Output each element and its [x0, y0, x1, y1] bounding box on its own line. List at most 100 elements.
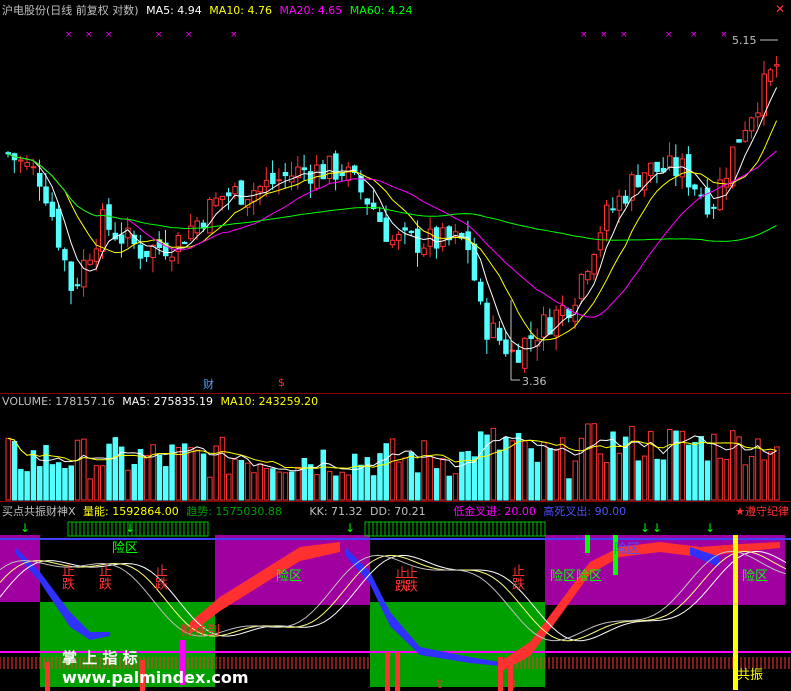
volume-bar [333, 475, 339, 501]
price-pane[interactable]: 沪电股份(日线 前复权 对数) MA5: 4.94 MA10: 4.76 MA2… [0, 0, 791, 393]
candle-body [389, 239, 396, 246]
volume-bar [81, 438, 87, 501]
candle-body [55, 208, 62, 248]
volume-pane[interactable]: VOLUME: 178157.16 MA5: 275835.19 MA10: 2… [0, 394, 791, 501]
candle-body [635, 174, 641, 188]
volume-bar [692, 442, 698, 501]
volume-bar [433, 468, 440, 501]
watermark-url: www.palmindex.com [62, 668, 249, 687]
volume-bar [43, 445, 49, 501]
candle-body [742, 129, 749, 142]
volume-bar [383, 443, 389, 501]
indicator-header: 买点共振财神X 量能: 1592864.00 趋势: 1575030.88 KK… [2, 503, 630, 519]
candle-body [559, 305, 566, 316]
candle-body [622, 195, 629, 204]
dividend-marker[interactable]: $ [278, 376, 285, 389]
candle-body [673, 157, 679, 177]
discipline-label: ★遵守纪律 [735, 505, 789, 518]
volume-bar [698, 436, 704, 501]
volume-bar [440, 458, 446, 501]
kk-readout: KK: 71.32 [309, 505, 363, 518]
volume-bar [156, 454, 163, 501]
candle-body [326, 155, 333, 179]
volume-bar [37, 466, 43, 501]
sell-arrow-icon: ↓ [652, 521, 662, 535]
volume-bar [389, 438, 396, 501]
buy-volume-bar [498, 657, 503, 691]
volume-bar [572, 460, 578, 501]
volume-bar [30, 450, 37, 501]
volume-bar [257, 463, 263, 501]
sell-arrow-icon: ↓ [640, 521, 650, 535]
volume-bar [194, 449, 200, 501]
candle-body [137, 244, 144, 259]
signal-x-mark: × [665, 30, 673, 40]
volume-bar [478, 431, 484, 501]
candle-body [37, 172, 43, 187]
volume-bar [648, 430, 654, 501]
volume-bar [761, 459, 767, 501]
signal-x-mark: × [65, 30, 73, 40]
volume-bar [188, 447, 194, 501]
candle-body [238, 180, 245, 205]
candle-body [194, 220, 200, 234]
liangneng-readout: 量能: 1592864.00 [83, 505, 179, 518]
candle-body [232, 186, 238, 195]
candle-body [440, 227, 446, 247]
signal-x-mark: × [155, 30, 163, 40]
volume-bar [74, 439, 81, 501]
volume-bar [641, 455, 648, 501]
candle-body [616, 195, 623, 211]
sell-signal-bar [585, 535, 590, 553]
volume-bar [87, 478, 93, 501]
candle-body [93, 248, 100, 262]
candle-body [213, 197, 219, 207]
candle-body [18, 159, 24, 162]
low-price-label: 3.36 [522, 375, 547, 388]
buy-volume-bar [385, 652, 390, 691]
volume-bar [559, 437, 566, 501]
volume-bar [358, 464, 364, 501]
candle-body [597, 232, 604, 251]
volume-bar [597, 453, 604, 501]
volume-bar [150, 444, 156, 501]
volume-bar [251, 472, 257, 501]
volume-bar [503, 436, 509, 501]
volume-bar [289, 471, 295, 501]
stop-fall-label-3: 止跌 [152, 564, 167, 590]
candle-body [667, 155, 673, 168]
volume-bar [490, 427, 497, 501]
volume-bar [326, 471, 333, 501]
volume-bar [566, 478, 572, 501]
volume-bar [748, 455, 755, 501]
trend-band [67, 521, 209, 537]
volume-bar [232, 458, 238, 501]
candle-body [74, 284, 81, 287]
candle-body [118, 234, 125, 244]
risk-zone-label-1: 险区 [112, 541, 139, 556]
volume-bar [528, 448, 534, 501]
candle-body [723, 177, 730, 188]
candle-body [496, 327, 503, 341]
volume-bar [11, 440, 18, 501]
candle-body [711, 206, 717, 209]
signal-x-mark: × [230, 30, 238, 40]
indicator-pane[interactable]: ↓ ↓ ↓ ↓ ↓ ↓ ⇧ ⇧ 买点共振财神X 量能: 1592864.00 趋势: 1575… [0, 502, 791, 691]
candle-body [364, 198, 371, 205]
finance-marker[interactable]: 财 [203, 376, 214, 392]
risk-zone-label-5: 险区 [742, 569, 769, 584]
volume-bars [5, 423, 780, 501]
volume-bar [18, 468, 24, 501]
candle-body [226, 192, 232, 197]
ma-line [7, 120, 778, 341]
volume-bar [452, 473, 459, 501]
watermark-title: 掌 上 指 标 [62, 649, 138, 667]
volume-bar [163, 466, 169, 501]
volume-bar [339, 471, 345, 501]
volume-bar [616, 452, 623, 501]
volume-bar [55, 462, 62, 501]
buy-volume-bar [395, 652, 400, 691]
volume-bar [767, 451, 774, 501]
candle-body [503, 339, 509, 355]
candle-body [30, 166, 37, 169]
